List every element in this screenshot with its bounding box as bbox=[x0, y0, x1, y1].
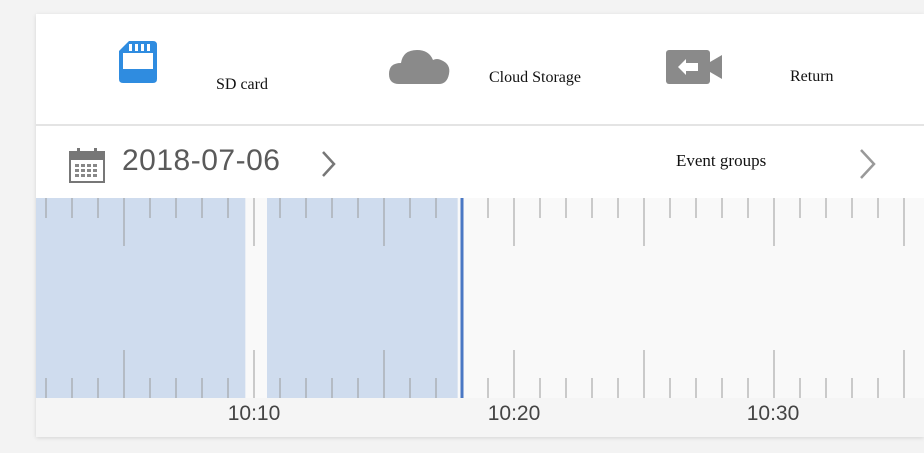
date-bar: 2018-07-06 Event groups bbox=[36, 126, 924, 198]
selected-date[interactable]: 2018-07-06 bbox=[122, 144, 280, 178]
playback-panel: SD card Cloud Storage Return 2018-07-06 … bbox=[36, 14, 924, 437]
recorded-segment[interactable] bbox=[36, 198, 246, 398]
recorded-segment[interactable] bbox=[267, 198, 458, 398]
time-axis: 10:10 10:20 10:30 bbox=[36, 398, 924, 437]
sd-card-label: SD card bbox=[216, 76, 268, 93]
date-next-chevron-icon[interactable] bbox=[320, 150, 336, 178]
time-label: 10:10 bbox=[227, 402, 281, 425]
event-groups-link[interactable]: Event groups bbox=[676, 151, 766, 171]
cloud-storage-label: Cloud Storage bbox=[489, 69, 581, 86]
return-label: Return bbox=[790, 68, 834, 85]
time-label: 10:30 bbox=[746, 402, 800, 425]
cloud-storage-button[interactable]: Cloud Storage bbox=[376, 14, 606, 124]
return-camera-icon bbox=[666, 50, 722, 84]
cloud-icon bbox=[389, 50, 450, 84]
return-button[interactable]: Return bbox=[656, 14, 886, 124]
sd-card-icon bbox=[119, 41, 157, 83]
time-label: 10:20 bbox=[487, 402, 541, 425]
timeline-track[interactable] bbox=[36, 198, 924, 398]
source-toolbar: SD card Cloud Storage Return bbox=[36, 14, 924, 124]
timeline-canvas[interactable] bbox=[36, 198, 924, 398]
playhead[interactable] bbox=[460, 198, 464, 398]
sd-card-button[interactable]: SD card bbox=[96, 14, 316, 124]
event-groups-chevron-icon[interactable] bbox=[858, 148, 876, 180]
calendar-icon[interactable] bbox=[69, 147, 105, 183]
